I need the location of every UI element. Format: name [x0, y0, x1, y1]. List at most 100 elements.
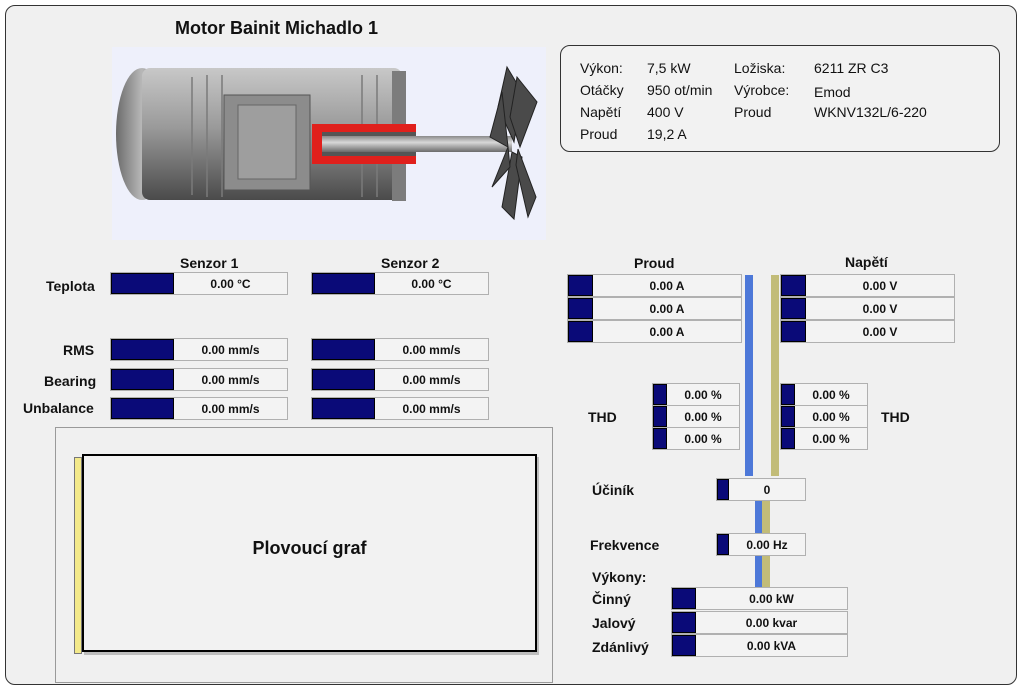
thd-current-label: THD [588, 409, 617, 425]
thd-current-1-value: 0.00 % [684, 387, 722, 402]
frequency-label: Frekvence [590, 537, 660, 553]
sensor2-unbalance-value: 0.00 mm/s [402, 401, 461, 416]
value-indicator [111, 339, 174, 360]
spec-power-label: Výkon: [580, 60, 623, 76]
sensor2-temperature-field: 0.00 °C [311, 272, 489, 295]
sensor1-bearing-value: 0.00 mm/s [201, 372, 260, 387]
row-label-bearing: Bearing [44, 373, 97, 389]
power-factor-value: 0 [763, 482, 771, 497]
thd-current-3-value: 0.00 % [684, 431, 722, 446]
motor-image [112, 47, 546, 240]
current-bus-bar [745, 275, 753, 476]
value-indicator [781, 298, 806, 319]
current-header: Proud [634, 255, 675, 271]
sensor2-bearing-field: 0.00 mm/s [311, 368, 489, 391]
current-phase-2-field: 0.00 A [567, 297, 742, 320]
current-phase-3-field: 0.00 A [567, 320, 742, 343]
value-indicator [312, 339, 375, 360]
value-indicator [111, 369, 174, 390]
floating-graph-label: Plovoucí graf [252, 538, 367, 558]
powers-label: Výkony: [592, 569, 647, 585]
spec-voltage-label: Napětí [580, 104, 622, 120]
sensor2-bearing-value: 0.00 mm/s [402, 372, 461, 387]
thd-voltage-1-value: 0.00 % [812, 387, 850, 402]
value-indicator [568, 321, 593, 342]
value-indicator [653, 428, 667, 449]
spec-power-value: 7,5 kW [647, 60, 691, 76]
power-factor-field: 0 [716, 478, 806, 501]
value-indicator [717, 479, 729, 500]
motor-illustration [116, 65, 538, 221]
thd-voltage-1-field: 0.00 % [780, 383, 868, 406]
reactive-power-label: Jalový [592, 615, 636, 631]
reactive-power-field: 0.00 kvar [671, 611, 848, 634]
thd-voltage-3-value: 0.00 % [812, 431, 850, 446]
sensor1-temperature-value: 0.00 °C [210, 276, 251, 291]
value-indicator [111, 273, 174, 294]
value-indicator [717, 534, 729, 555]
sensor1-header: Senzor 1 [180, 255, 239, 271]
thd-current-1-field: 0.00 % [652, 383, 740, 406]
sensor2-unbalance-field: 0.00 mm/s [311, 397, 489, 420]
spec-bearings-value: 6211 ZR C3 [814, 60, 889, 76]
spec-type-value: WKNV132L/6-220 [814, 104, 927, 120]
value-indicator [312, 273, 375, 294]
voltage-phase-1-field: 0.00 V [780, 274, 955, 297]
current-phase-1-value: 0.00 A [649, 278, 685, 293]
sensor1-bearing-field: 0.00 mm/s [110, 368, 288, 391]
reactive-power-value: 0.00 kvar [745, 615, 798, 630]
voltage-phase-1-value: 0.00 V [862, 278, 898, 293]
value-indicator [781, 384, 795, 405]
active-power-label: Činný [592, 591, 631, 607]
sensor2-temperature-value: 0.00 °C [411, 276, 452, 291]
sensor1-temperature-field: 0.00 °C [110, 272, 288, 295]
sensor1-rms-value: 0.00 mm/s [201, 342, 260, 357]
thd-current-3-field: 0.00 % [652, 427, 740, 450]
sensor1-unbalance-field: 0.00 mm/s [110, 397, 288, 420]
freq-bus-bar-olive [762, 555, 770, 587]
spec-voltage-value: 400 V [647, 104, 684, 120]
spec-rpm-label: Otáčky [580, 82, 624, 98]
row-label-rms: RMS [63, 342, 95, 358]
sensor2-rms-value: 0.00 mm/s [402, 342, 461, 357]
current-phase-1-field: 0.00 A [567, 274, 742, 297]
value-indicator [781, 321, 806, 342]
thd-voltage-label: THD [881, 409, 910, 425]
thd-voltage-2-field: 0.00 % [780, 405, 868, 428]
power-factor-label: Účiník [592, 482, 635, 498]
row-label-unbalance: Unbalance [23, 400, 94, 416]
voltage-bus-bar [771, 275, 779, 476]
value-indicator [653, 406, 667, 427]
value-indicator [672, 635, 696, 656]
voltage-phase-2-value: 0.00 V [862, 301, 898, 316]
voltage-phase-3-value: 0.00 V [862, 324, 898, 339]
spec-maker-value: Emod [814, 84, 851, 100]
frequency-value: 0.00 Hz [746, 537, 788, 552]
value-indicator [781, 275, 806, 296]
spec-current-value: 19,2 A [647, 126, 687, 142]
apparent-power-value: 0.00 kVA [746, 638, 797, 653]
value-indicator [312, 369, 375, 390]
page-title: Motor Bainit Michadlo 1 [175, 18, 379, 38]
value-indicator [653, 384, 667, 405]
value-indicator [568, 298, 593, 319]
sensor2-rms-field: 0.00 mm/s [311, 338, 489, 361]
spec-type-label: Proud [734, 104, 772, 120]
spec-rpm-value: 950 ot/min [647, 82, 713, 98]
spec-current-label: Proud [580, 126, 618, 142]
row-label-temperature: Teplota [46, 278, 95, 294]
pf-bus-bar-olive [762, 500, 770, 533]
value-indicator [672, 612, 696, 633]
apparent-power-field: 0.00 kVA [671, 634, 848, 657]
current-phase-2-value: 0.00 A [649, 301, 685, 316]
active-power-value: 0.00 kW [749, 591, 794, 606]
thd-voltage-2-value: 0.00 % [812, 409, 850, 424]
freq-bus-bar-blue [755, 555, 762, 587]
pf-bus-bar-blue [755, 500, 762, 533]
thd-current-2-value: 0.00 % [684, 409, 722, 424]
value-indicator [312, 398, 375, 419]
voltage-phase-2-field: 0.00 V [780, 297, 955, 320]
spec-maker-label: Výrobce: [734, 82, 790, 98]
graph-scrollbar[interactable] [74, 457, 82, 654]
value-indicator [781, 406, 795, 427]
